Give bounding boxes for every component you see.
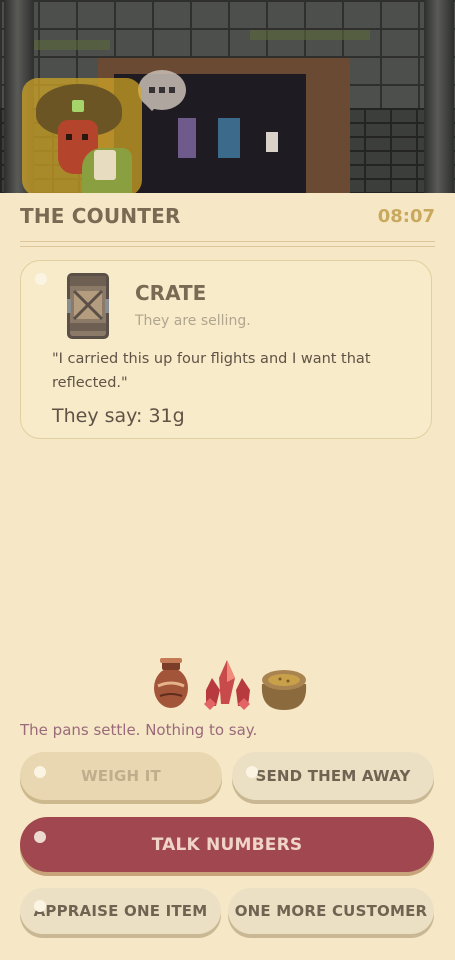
button-highlight (34, 900, 46, 912)
weigh-button-label: WEIGH IT (81, 767, 161, 785)
customer-portrait (22, 78, 142, 193)
divider (20, 246, 435, 247)
potion-shelf (218, 118, 240, 158)
button-highlight (246, 766, 258, 778)
talk-numbers-button-label: TALK NUMBERS (151, 834, 303, 855)
weigh-button[interactable]: WEIGH IT (20, 752, 222, 800)
item-name: CRATE (135, 281, 207, 305)
eye (82, 134, 88, 140)
speech-bubble-icon (138, 70, 186, 111)
appraise-button-label: APPRAISE ONE ITEM (33, 902, 208, 920)
scale-goods (154, 658, 307, 710)
moss-patch (250, 30, 370, 40)
potion-shelf (178, 118, 196, 158)
candle (266, 132, 278, 152)
vase-icon (154, 658, 188, 708)
offer-card: CRATE They are selling. "I carried this … (20, 260, 432, 439)
button-highlight (34, 766, 46, 778)
right-pillar (424, 0, 454, 193)
customer-quote: "I carried this up four flights and I wa… (52, 351, 371, 391)
clock: 08:07 (377, 206, 435, 227)
send-away-button[interactable]: SEND THEM AWAY (232, 752, 434, 800)
grain-sack-icon (261, 670, 307, 710)
scroll (94, 150, 116, 180)
next-customer-button[interactable]: ONE MORE CUSTOMER (228, 888, 434, 934)
page-title: THE COUNTER (20, 204, 181, 228)
divider (20, 241, 435, 242)
shop-scene (0, 0, 455, 193)
next-customer-button-label: ONE MORE CUSTOMER (234, 902, 428, 920)
asking-price: They say: 31g (52, 405, 185, 427)
send-away-button-label: SEND THEM AWAY (255, 767, 411, 785)
scale-status: The pans settle. Nothing to say. (20, 721, 258, 739)
card-highlight (35, 273, 47, 285)
talk-numbers-button[interactable]: TALK NUMBERS (20, 817, 434, 872)
red-crystal-icon (204, 660, 250, 710)
button-highlight (34, 831, 46, 843)
eye (66, 134, 72, 140)
crate-icon (67, 273, 109, 339)
item-subtitle: They are selling. (135, 313, 251, 329)
appraise-button[interactable]: APPRAISE ONE ITEM (20, 888, 221, 934)
turban-gem (72, 100, 84, 112)
